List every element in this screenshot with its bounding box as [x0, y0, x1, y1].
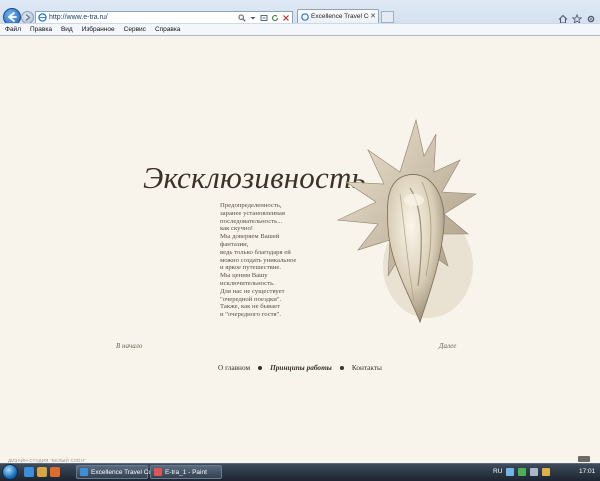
windows-taskbar: Excellence Travel Co... E-tra_1 - Paint … — [0, 463, 600, 481]
paragraph-line: исключительность. — [220, 279, 275, 287]
corner-badge-icon — [578, 456, 590, 462]
browser-chrome: http://www.e-tra.ru/ Excellence Travel C… — [0, 0, 600, 36]
menu-bar: Файл Правка Вид Избранное Сервис Справка — [0, 23, 600, 35]
paragraph-line: Мы ценим Вашу — [220, 272, 268, 280]
ie-icon — [80, 468, 88, 476]
start-button[interactable] — [2, 464, 18, 480]
nav-separator-dot — [339, 365, 344, 370]
quicklaunch-folder-icon[interactable] — [37, 467, 47, 477]
tab-ie-icon — [301, 13, 309, 21]
menu-item-edit[interactable]: Правка — [30, 24, 52, 35]
language-indicator[interactable]: RU — [493, 464, 502, 480]
system-tray: RU — [493, 464, 551, 480]
quicklaunch-media-icon[interactable] — [50, 467, 60, 477]
quicklaunch-ie-icon[interactable] — [24, 467, 34, 477]
paragraph-line: и яркое путешествие. — [220, 264, 282, 272]
menu-item-help[interactable]: Справка — [155, 24, 181, 35]
paragraph-line: Также, как не бывает — [220, 303, 281, 311]
volume-icon[interactable] — [530, 468, 539, 476]
home-icon[interactable] — [558, 11, 568, 24]
paragraph-line: Мы доверяем Вашей — [220, 233, 280, 241]
intro-paragraph: Предопределенность, заранее установленна… — [220, 202, 320, 319]
stop-icon[interactable] — [282, 14, 290, 22]
paragraph-line: фантазии, — [220, 240, 249, 248]
paragraph-line: заранее установленная — [220, 209, 285, 217]
paragraph-line: последовательность... — [220, 217, 283, 225]
taskbar-item-paint[interactable]: E-tra_1 - Paint — [150, 465, 222, 479]
paragraph-line: ведь только благодаря ей — [220, 248, 291, 256]
compatibility-icon[interactable] — [260, 14, 268, 22]
menu-item-file[interactable]: Файл — [5, 24, 21, 35]
search-icon[interactable] — [238, 14, 246, 22]
menu-item-favorites[interactable]: Избранное — [82, 24, 115, 35]
notification-icon[interactable] — [542, 468, 551, 476]
forward-arrow-icon — [25, 14, 31, 21]
seashell-illustration — [336, 118, 477, 324]
favorites-star-icon[interactable] — [571, 11, 583, 24]
paragraph-line: можно создать уникальное — [220, 256, 297, 264]
taskbar-item-label: Excellence Travel Co... — [91, 469, 158, 476]
dropdown-icon[interactable] — [249, 14, 257, 22]
tab-title: Excellence Travel Company... — [311, 13, 369, 20]
network-icon[interactable] — [506, 468, 515, 476]
paragraph-line: как скучно! — [220, 225, 254, 233]
paragraph-line: и "очередного гостя". — [220, 311, 281, 319]
nav-link-about[interactable]: О главном — [218, 363, 250, 372]
paint-icon — [154, 468, 162, 476]
link-next[interactable]: Далее — [439, 342, 456, 350]
paragraph-line: "очередной поездки". — [220, 295, 282, 303]
menu-item-view[interactable]: Вид — [61, 24, 73, 35]
skype-icon[interactable] — [518, 468, 527, 476]
taskbar-item-label: E-tra_1 - Paint — [165, 469, 207, 476]
tools-gear-icon[interactable] — [586, 11, 596, 23]
ie-page-icon — [38, 13, 47, 22]
bottom-navigation: О главном Принципы работы Контакты — [218, 363, 382, 372]
menu-item-tools[interactable]: Сервис — [124, 24, 146, 35]
tab-close-icon[interactable]: ✕ — [370, 13, 376, 21]
web-page: Эксклюзивность Предопределенность, заран… — [0, 36, 600, 463]
refresh-icon[interactable] — [271, 14, 279, 22]
paragraph-line: Для нас не существует — [220, 287, 285, 295]
link-home[interactable]: В начало — [116, 342, 142, 350]
nav-link-principles[interactable]: Принципы работы — [270, 363, 332, 372]
clock[interactable]: 17:01 — [579, 464, 595, 480]
taskbar-item-browser[interactable]: Excellence Travel Co... — [76, 465, 157, 479]
address-url[interactable]: http://www.e-tra.ru/ — [49, 12, 108, 23]
nav-link-contacts[interactable]: Контакты — [352, 363, 382, 372]
paragraph-line: Предопределенность, — [220, 202, 282, 209]
nav-separator-dot — [258, 365, 263, 370]
new-tab-button[interactable] — [381, 11, 394, 23]
